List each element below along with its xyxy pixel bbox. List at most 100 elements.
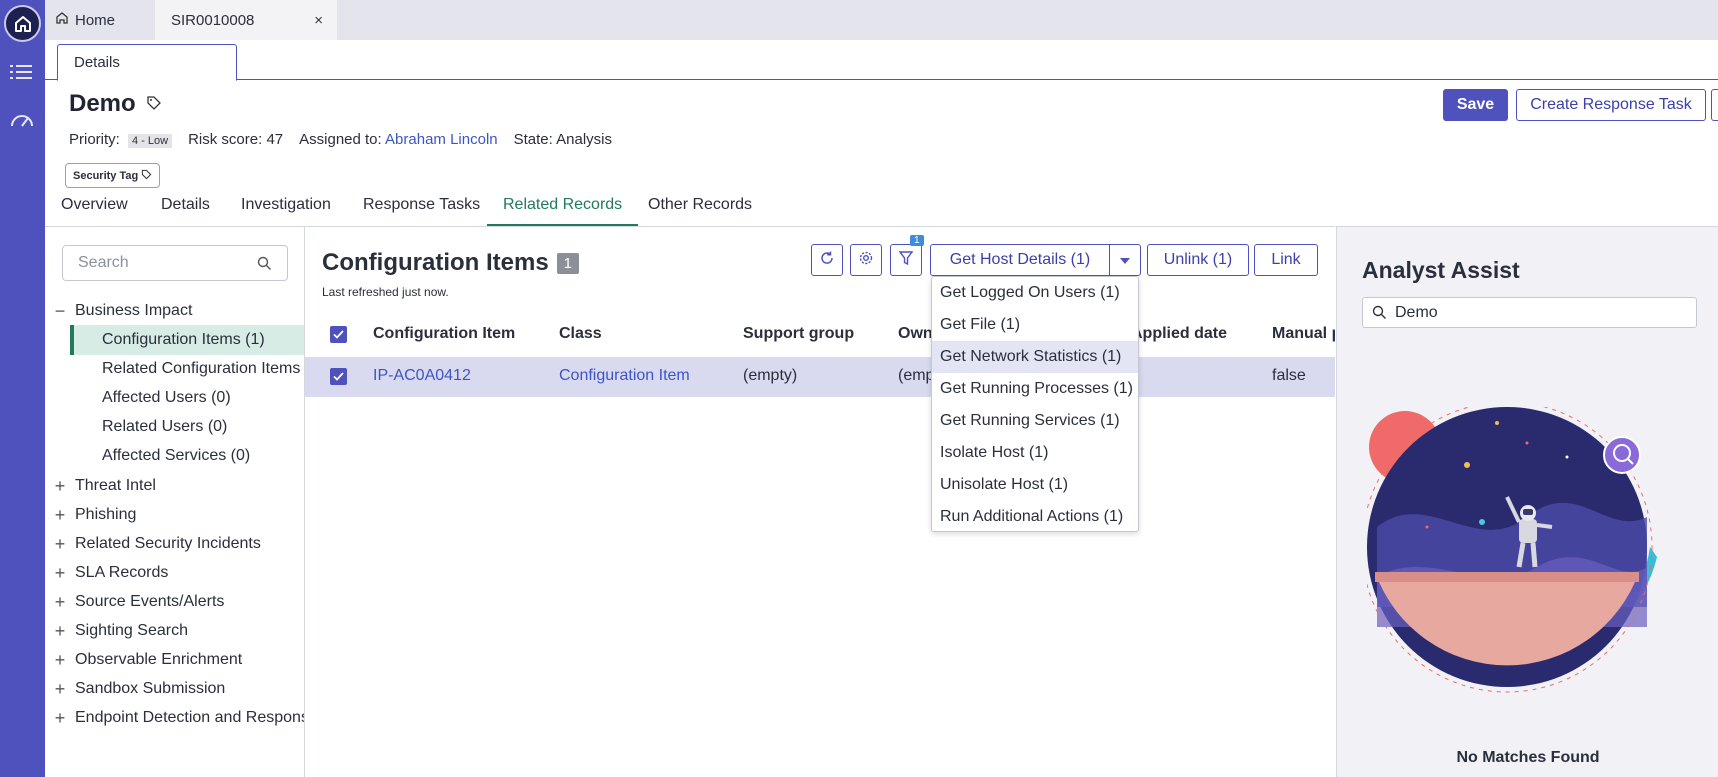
expand-icon[interactable]: + — [45, 708, 75, 729]
analyst-assist-title: Analyst Assist — [1362, 257, 1520, 283]
tree-sandbox-submission[interactable]: + Sandbox Submission — [45, 674, 226, 704]
tab-record[interactable]: SIR0010008 × — [155, 0, 337, 40]
tree-child-related-configuration-items[interactable]: Related Configuration Items ( — [70, 354, 304, 384]
astronaut-illustration — [1361, 401, 1687, 711]
tree-sighting-search[interactable]: + Sighting Search — [45, 616, 188, 646]
col-manual[interactable]: Manual p — [1272, 325, 1335, 343]
filter-button[interactable] — [890, 244, 922, 276]
menu-item-isolate-host[interactable]: Isolate Host (1) — [932, 437, 1138, 469]
tree-child-affected-services[interactable]: Affected Services (0) — [70, 441, 304, 471]
tree-endpoint-detection[interactable]: + Endpoint Detection and Respons — [45, 703, 304, 733]
priority: Priority: 4 - Low — [69, 131, 173, 148]
menu-item-get-file[interactable]: Get File (1) — [932, 309, 1138, 341]
col-support-group[interactable]: Support group — [743, 325, 854, 343]
left-rail — [0, 0, 45, 777]
search-icon — [257, 256, 272, 276]
col-configuration-item[interactable]: Configuration Item — [373, 325, 515, 343]
tab-details[interactable]: Details — [161, 196, 210, 226]
assigned-user-link[interactable]: Abraham Lincoln — [385, 131, 498, 148]
list-title: Configuration Items — [322, 249, 549, 276]
menu-item-get-logged-on-users[interactable]: Get Logged On Users (1) — [932, 277, 1138, 309]
tab-home[interactable]: Home — [55, 0, 115, 40]
expand-icon[interactable]: + — [45, 650, 75, 671]
expand-icon[interactable]: + — [45, 592, 75, 613]
tree-sla-records[interactable]: + SLA Records — [45, 558, 169, 588]
menu-item-run-additional-actions[interactable]: Run Additional Actions (1) — [932, 501, 1138, 533]
tab-other-records[interactable]: Other Records — [648, 196, 752, 226]
table-row[interactable]: IP-AC0A0412 Configuration Item (empty) (… — [305, 357, 1335, 397]
security-tag-chip[interactable]: Security Tag — [65, 163, 161, 188]
security-tag-label: Security Tag — [73, 169, 139, 182]
tag-icon[interactable] — [146, 90, 162, 118]
record-title: Demo — [69, 90, 136, 117]
refresh-icon — [819, 250, 835, 270]
expand-icon[interactable]: + — [45, 476, 75, 497]
last-refreshed-text: Last refreshed just now. — [322, 285, 449, 299]
expand-icon[interactable]: + — [45, 621, 75, 642]
refresh-button[interactable] — [811, 244, 843, 276]
row-checkbox[interactable] — [330, 368, 347, 385]
tree-child-affected-users[interactable]: Affected Users (0) — [70, 383, 304, 413]
home-icon[interactable] — [4, 5, 41, 42]
tab-response-tasks[interactable]: Response Tasks — [363, 196, 480, 226]
cell-support-group: (empty) — [743, 367, 798, 384]
tab-details-form[interactable]: Details — [57, 44, 237, 81]
tab-investigation[interactable]: Investigation — [241, 196, 331, 226]
get-host-details-button[interactable]: Get Host Details (1) — [930, 244, 1110, 276]
link-button[interactable]: Link — [1254, 244, 1318, 276]
no-matches-text: No Matches Found — [1456, 749, 1600, 766]
tab-related-records[interactable]: Related Records — [487, 196, 639, 226]
close-tab-icon[interactable]: × — [314, 12, 323, 29]
col-owner[interactable]: Own — [898, 325, 933, 343]
expand-icon[interactable]: + — [45, 505, 75, 526]
save-button[interactable]: Save — [1443, 89, 1508, 121]
tree-label: Sandbox Submission — [75, 680, 226, 697]
col-class[interactable]: Class — [559, 325, 602, 343]
tree-child-related-users[interactable]: Related Users (0) — [70, 412, 304, 442]
filter-icon — [898, 250, 914, 270]
get-host-details-dropdown-toggle[interactable] — [1109, 244, 1141, 276]
menu-item-get-running-processes[interactable]: Get Running Processes (1) — [932, 373, 1138, 405]
search-icon — [1372, 305, 1387, 325]
host-actions-dropdown: Get Logged On Users (1) Get File (1) Get… — [931, 276, 1139, 532]
cell-manual: false — [1272, 367, 1306, 384]
tree-source-events[interactable]: + Source Events/Alerts — [45, 587, 225, 617]
collapse-icon[interactable]: − — [45, 301, 75, 322]
list-menu-icon[interactable] — [10, 62, 34, 86]
top-tab-bar: Home SIR0010008 × — [45, 0, 1718, 40]
cell-class-link[interactable]: Configuration Item — [559, 367, 690, 385]
table-header: Configuration Item Class Support group O… — [305, 319, 1335, 351]
tree-observable-enrichment[interactable]: + Observable Enrichment — [45, 645, 242, 675]
expand-icon[interactable]: + — [45, 563, 75, 584]
menu-item-get-network-statistics[interactable]: Get Network Statistics (1) — [932, 341, 1138, 373]
more-actions-button[interactable] — [1711, 89, 1718, 121]
select-all-checkbox[interactable] — [330, 326, 347, 343]
create-response-task-button[interactable]: Create Response Task — [1516, 89, 1706, 121]
unlink-button[interactable]: Unlink (1) — [1147, 244, 1249, 276]
settings-button[interactable] — [850, 244, 882, 276]
menu-item-unisolate-host[interactable]: Unisolate Host (1) — [932, 469, 1138, 501]
nav-search-placeholder: Search — [78, 254, 129, 271]
tag-icon-small — [141, 169, 152, 183]
dashboard-gauge-icon[interactable] — [9, 110, 35, 134]
expand-icon[interactable]: + — [45, 679, 75, 700]
tree-child-configuration-items[interactable]: Configuration Items (1) — [70, 325, 304, 355]
tree-label: Observable Enrichment — [75, 651, 243, 668]
expand-icon[interactable]: + — [45, 534, 75, 555]
col-applied-date[interactable]: Applied date — [1131, 325, 1227, 343]
tree-threat-intel[interactable]: + Threat Intel — [45, 471, 156, 501]
tree-phishing[interactable]: + Phishing — [45, 500, 137, 530]
tree-business-impact[interactable]: − Business Impact — [45, 296, 193, 326]
analyst-assist-search-input[interactable]: Demo — [1362, 297, 1697, 328]
tab-home-label: Home — [75, 11, 116, 29]
cell-item-link[interactable]: IP-AC0A0412 — [373, 367, 471, 385]
tree-related-security-incidents[interactable]: + Related Security Incidents — [45, 529, 261, 559]
tree-label: Threat Intel — [75, 477, 156, 494]
tree-label: SLA Records — [75, 564, 169, 581]
list-count-badge: 1 — [556, 252, 580, 274]
record-meta: Priority: 4 - Low Risk score: 47 Assigne… — [69, 131, 612, 148]
tab-overview[interactable]: Overview — [61, 196, 128, 226]
nav-search-input[interactable]: Search — [62, 245, 288, 281]
analyst-assist-search-value: Demo — [1395, 303, 1438, 321]
menu-item-get-running-services[interactable]: Get Running Services (1) — [932, 405, 1138, 437]
